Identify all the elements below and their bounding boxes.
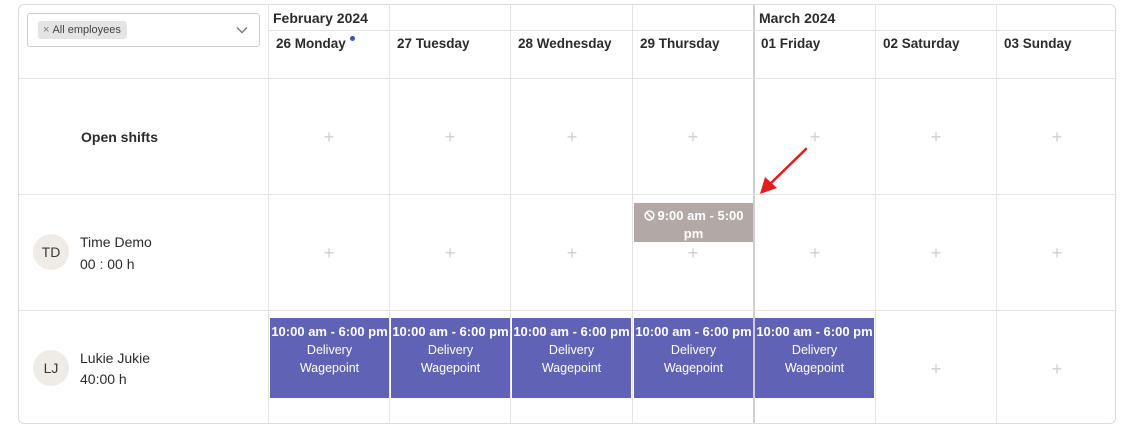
add-shift-plus-icon[interactable]: + — [928, 128, 944, 146]
chevron-down-icon[interactable] — [235, 23, 249, 37]
add-shift-plus-icon[interactable]: + — [807, 244, 823, 262]
day-header-sunday: 03 Sunday — [1004, 36, 1072, 51]
month-header-march: March 2024 — [759, 10, 836, 26]
add-shift-plus-icon[interactable]: + — [442, 244, 458, 262]
shift-card[interactable]: 10:00 am - 6:00 pm Delivery Wagepoint — [755, 318, 874, 398]
employee-hours: 40:00 h — [80, 371, 127, 387]
shift-location: Wagepoint — [420, 361, 481, 375]
shift-role: Delivery — [670, 343, 717, 357]
grid-divider — [389, 5, 390, 423]
grid-divider — [996, 5, 997, 423]
add-shift-plus-icon[interactable]: + — [685, 128, 701, 146]
shift-time: 9:00 am - 5:00 pm — [657, 208, 744, 241]
grid-divider — [510, 5, 511, 423]
shift-time: 10:00 am - 6:00 pm — [513, 324, 630, 339]
employee-name[interactable]: Lukie Jukie — [80, 350, 150, 366]
shift-card[interactable]: 10:00 am - 6:00 pm Delivery Wagepoint — [270, 318, 389, 398]
avatar: TD — [33, 234, 69, 270]
employee-hours: 00 : 00 h — [80, 256, 135, 272]
grid-divider — [269, 30, 1115, 31]
shift-time: 10:00 am - 6:00 pm — [635, 324, 752, 339]
today-indicator-icon — [349, 36, 355, 41]
add-shift-plus-icon[interactable]: + — [928, 360, 944, 378]
shift-card[interactable]: 10:00 am - 6:00 pm Delivery Wagepoint — [512, 318, 631, 398]
employee-name[interactable]: Time Demo — [80, 234, 152, 250]
filter-chip-label: All employees — [52, 24, 121, 36]
avatar: LJ — [33, 350, 69, 386]
close-icon[interactable]: × — [43, 21, 49, 39]
day-header-thursday: 29 Thursday — [640, 36, 720, 51]
filter-chip: × All employees — [38, 21, 127, 39]
grid-divider — [632, 5, 633, 423]
annotation-arrow — [760, 147, 808, 194]
shift-time: 10:00 am - 6:00 pm — [756, 324, 873, 339]
grid-divider — [19, 78, 1115, 79]
add-shift-plus-icon[interactable]: + — [685, 244, 701, 262]
day-header-tuesday: 27 Tuesday — [397, 36, 470, 51]
shift-location: Wagepoint — [784, 361, 845, 375]
shift-card[interactable]: 10:00 am - 6:00 pm Delivery Wagepoint — [634, 318, 753, 398]
day-header-wednesday: 28 Wednesday — [518, 36, 612, 51]
grid-divider — [19, 194, 1115, 195]
shift-location: Wagepoint — [541, 361, 602, 375]
open-shifts-label: Open shifts — [81, 129, 159, 145]
day-header-saturday: 02 Saturday — [883, 36, 960, 51]
day-header-monday: 26 Monday — [276, 36, 355, 51]
grid-divider — [268, 5, 269, 423]
shift-card[interactable]: 10:00 am - 6:00 pm Delivery Wagepoint — [391, 318, 510, 398]
shift-role: Delivery — [791, 343, 838, 357]
shift-location: Wagepoint — [299, 361, 360, 375]
schedule-grid: × All employees February 2024 March 2024… — [18, 4, 1116, 424]
add-shift-plus-icon[interactable]: + — [564, 128, 580, 146]
add-shift-plus-icon[interactable]: + — [1049, 360, 1065, 378]
month-header-february: February 2024 — [273, 10, 368, 26]
add-shift-plus-icon[interactable]: + — [928, 244, 944, 262]
day-header-friday: 01 Friday — [761, 36, 821, 51]
shift-role: Delivery — [306, 343, 353, 357]
grid-divider — [19, 310, 1115, 311]
shift-role: Delivery — [548, 343, 595, 357]
add-shift-plus-icon[interactable]: + — [807, 128, 823, 146]
add-shift-plus-icon[interactable]: + — [564, 244, 580, 262]
add-shift-plus-icon[interactable]: + — [321, 244, 337, 262]
ban-icon — [643, 210, 655, 221]
add-shift-plus-icon[interactable]: + — [1049, 128, 1065, 146]
employee-filter-select[interactable]: × All employees — [27, 13, 260, 47]
shift-time: 10:00 am - 6:00 pm — [392, 324, 509, 339]
shift-location: Wagepoint — [663, 361, 724, 375]
grid-divider — [875, 5, 876, 423]
shift-role: Delivery — [427, 343, 474, 357]
add-shift-plus-icon[interactable]: + — [442, 128, 458, 146]
day-header-label: 26 Monday — [276, 36, 346, 51]
unavailability-block[interactable]: 9:00 am - 5:00 pm — [634, 203, 753, 242]
add-shift-plus-icon[interactable]: + — [321, 128, 337, 146]
add-shift-plus-icon[interactable]: + — [1049, 244, 1065, 262]
shift-time: 10:00 am - 6:00 pm — [271, 324, 388, 339]
